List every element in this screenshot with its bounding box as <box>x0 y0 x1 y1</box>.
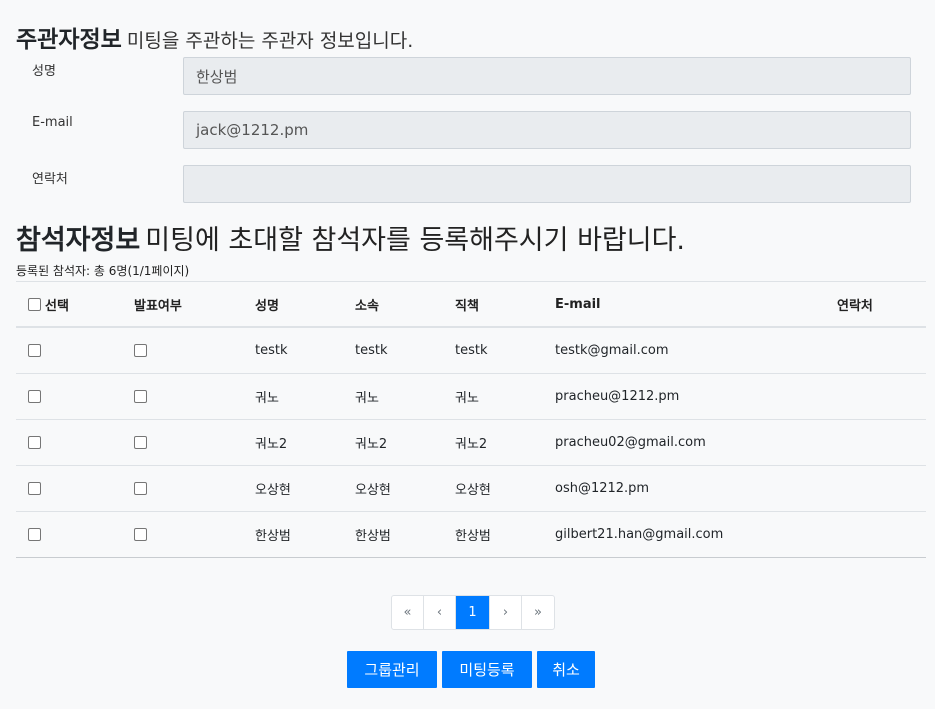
host-subtitle-text: 미팅을 주관하는 주관자 정보입니다. <box>126 30 414 52</box>
cell-name: testk <box>255 343 288 358</box>
table-header-row: 선택 발표여부 성명 소속 직책 E-mail 연락처 <box>16 281 926 328</box>
header-email: E-mail <box>555 296 601 312</box>
host-email-label: E-mail <box>32 115 73 130</box>
participant-section-title: 참석자정보 미팅에 초대할 참석자를 등록해주시기 바랍니다. <box>16 218 685 257</box>
participant-table: 선택 발표여부 성명 소속 직책 E-mail 연락처 testk testk … <box>16 281 926 558</box>
cell-org: testk <box>355 343 388 358</box>
cell-org: 오상현 <box>355 483 391 498</box>
row-select-checkbox[interactable] <box>28 436 41 449</box>
host-name-label: 성명 <box>32 64 56 79</box>
select-all-checkbox[interactable] <box>28 297 41 311</box>
next-page-button[interactable]: › <box>490 596 522 629</box>
row-presenter-checkbox[interactable] <box>134 436 147 449</box>
current-page-button[interactable]: 1 <box>456 596 490 629</box>
table-row: 한상범 한상범 한상범 gilbert21.han@gmail.com <box>16 512 926 558</box>
participant-title-text: 참석자정보 <box>16 225 141 256</box>
row-presenter-checkbox[interactable] <box>134 482 147 495</box>
host-title-text: 주관자정보 <box>16 27 122 53</box>
cell-email: gilbert21.han@gmail.com <box>555 527 724 542</box>
header-phone: 연락처 <box>837 298 873 314</box>
host-phone-label: 연락처 <box>32 172 68 187</box>
row-presenter-checkbox[interactable] <box>134 390 147 403</box>
last-page-button[interactable]: » <box>522 596 554 629</box>
host-phone-field[interactable] <box>183 165 911 203</box>
cell-email: pracheu02@gmail.com <box>555 435 706 450</box>
row-select-checkbox[interactable] <box>28 344 41 357</box>
header-org: 소속 <box>355 298 379 314</box>
cancel-button[interactable]: 취소 <box>537 651 595 688</box>
cell-position: 궈노 <box>455 391 479 406</box>
cell-position: 오상현 <box>455 483 491 498</box>
row-presenter-checkbox[interactable] <box>134 344 147 357</box>
table-row: 궈노 궈노 궈노 pracheu@1212.pm <box>16 374 926 420</box>
header-presenter: 발표여부 <box>134 298 182 314</box>
cell-position: 궈노2 <box>455 437 488 452</box>
header-position: 직책 <box>455 298 479 314</box>
header-name: 성명 <box>255 298 279 314</box>
host-section-title: 주관자정보 미팅을 주관하는 주관자 정보입니다. <box>16 20 413 54</box>
cell-position: testk <box>455 343 488 358</box>
cell-name: 한상범 <box>255 529 291 544</box>
cell-name: 궈노 <box>255 391 279 406</box>
cell-email: osh@1212.pm <box>555 481 650 496</box>
row-select-checkbox[interactable] <box>28 390 41 403</box>
row-select-checkbox[interactable] <box>28 528 41 541</box>
cell-name: 오상현 <box>255 483 291 498</box>
cell-name: 궈노2 <box>255 437 288 452</box>
host-email-field[interactable]: jack@1212.pm <box>183 111 911 149</box>
row-presenter-checkbox[interactable] <box>134 528 147 541</box>
meeting-form-page: 주관자정보 미팅을 주관하는 주관자 정보입니다. 성명 한상범 E-mail … <box>0 0 935 709</box>
cell-position: 한상범 <box>455 529 491 544</box>
table-row: 오상현 오상현 오상현 osh@1212.pm <box>16 466 926 512</box>
table-row: 궈노2 궈노2 궈노2 pracheu02@gmail.com <box>16 420 926 466</box>
meeting-register-button[interactable]: 미팅등록 <box>442 651 532 688</box>
header-select-label: 선택 <box>45 298 69 314</box>
cell-org: 궈노 <box>355 391 379 406</box>
cell-email: testk@gmail.com <box>555 343 669 358</box>
participant-count-text: 등록된 참석자: 총 6명(1/1페이지) <box>16 264 190 278</box>
cell-email: pracheu@1212.pm <box>555 389 680 404</box>
group-manage-button[interactable]: 그룹관리 <box>347 651 437 688</box>
prev-page-button[interactable]: ‹ <box>424 596 456 629</box>
cell-org: 한상범 <box>355 529 391 544</box>
row-select-checkbox[interactable] <box>28 482 41 495</box>
header-select: 선택 <box>28 282 69 326</box>
cell-org: 궈노2 <box>355 437 388 452</box>
table-row: testk testk testk testk@gmail.com <box>16 328 926 374</box>
pagination: « ‹ 1 › » <box>391 595 555 630</box>
host-name-field[interactable]: 한상범 <box>183 57 911 95</box>
participant-subtitle-text: 미팅에 초대할 참석자를 등록해주시기 바랍니다. <box>145 225 686 256</box>
first-page-button[interactable]: « <box>392 596 424 629</box>
